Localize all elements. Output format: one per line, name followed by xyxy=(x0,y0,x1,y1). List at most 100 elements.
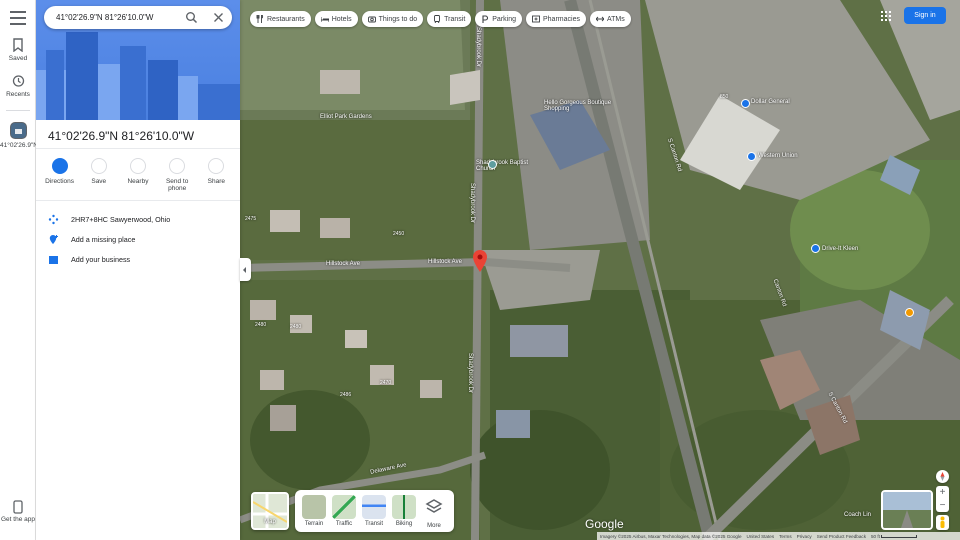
region-link[interactable]: United States xyxy=(747,534,775,539)
zoom-out-button[interactable]: − xyxy=(936,499,949,512)
chip-things-to-do[interactable]: Things to do xyxy=(361,11,424,27)
layer-biking[interactable]: Biking xyxy=(392,495,416,527)
history-icon xyxy=(12,75,25,87)
scale-label: 50 ft xyxy=(871,533,880,539)
chip-transit[interactable]: Transit xyxy=(427,11,472,27)
shopping-icon[interactable] xyxy=(741,99,750,108)
add-place-icon xyxy=(49,234,58,244)
poi-label-baptist-church[interactable]: Shadybrook Baptist Church xyxy=(476,160,536,172)
directions-button[interactable]: Directions xyxy=(42,158,78,199)
zoom-in-button[interactable]: + xyxy=(936,486,949,499)
poi-label-hello-gorgeous[interactable]: Hello Gorgeous Boutique Shopping xyxy=(544,100,624,112)
layer-more[interactable]: More xyxy=(422,495,446,529)
add-business-text: Add your business xyxy=(71,254,131,264)
layer-label: Transit xyxy=(364,521,384,527)
road-label-shadybrook-3: Shadybrook Dr xyxy=(467,352,474,394)
layer-toggle-map[interactable]: Map xyxy=(251,492,289,530)
save-button[interactable]: Save xyxy=(81,158,117,199)
apps-grid-icon[interactable] xyxy=(881,11,891,21)
chip-label: Things to do xyxy=(378,15,418,23)
nearby-label: Nearby xyxy=(127,178,149,185)
menu-button[interactable] xyxy=(10,11,26,25)
address-label: 850 xyxy=(720,94,729,100)
chip-atms[interactable]: ATMs xyxy=(589,11,631,27)
satellite-map[interactable]: S Canton Rd Canton Rd S Canton Rd Hillst… xyxy=(240,0,960,540)
street-view-preview[interactable] xyxy=(881,490,933,530)
save-label: Save xyxy=(91,178,107,185)
terms-link[interactable]: Terms xyxy=(779,534,792,539)
share-label: Share xyxy=(207,178,226,185)
feedback-link[interactable]: Send Product Feedback xyxy=(817,534,866,539)
google-logo: Google xyxy=(585,517,624,531)
address-label: 2480 xyxy=(290,324,302,330)
plus-code-text: 2HR7+8HC Sawyerwood, Ohio xyxy=(71,214,171,224)
restaurant-icon xyxy=(256,15,264,23)
pegman-button[interactable] xyxy=(936,515,949,530)
chip-parking[interactable]: Parking xyxy=(475,11,522,27)
layer-transit[interactable]: Transit xyxy=(362,495,386,527)
place-icon[interactable] xyxy=(905,308,914,317)
poi-label-elliot-park[interactable]: Elliot Park Gardens xyxy=(320,114,372,120)
chip-label: Hotels xyxy=(331,15,352,23)
road-label-hillstock-east: Hillstock Ave xyxy=(428,259,462,265)
saved-label: Saved xyxy=(8,55,28,62)
scale-toggle[interactable]: 50 ft xyxy=(871,533,918,539)
send-to-phone-button[interactable]: Send to phone xyxy=(159,158,195,199)
poi-label-drive-it-kleen[interactable]: Drive-It Kleen xyxy=(822,246,858,252)
search-icon[interactable] xyxy=(185,11,198,24)
privacy-link[interactable]: Privacy xyxy=(797,534,812,539)
add-missing-place-text: Add a missing place xyxy=(71,234,136,244)
scale-bar xyxy=(881,534,918,538)
place-panel: 41°02'26.9"N 81°26'10.0"W Directions Sav… xyxy=(36,0,240,540)
saved-button[interactable]: Saved xyxy=(0,38,36,62)
search-input[interactable] xyxy=(56,10,176,25)
recent-place-label: 41°02'26.9"N xyxy=(0,142,38,149)
bank-icon[interactable] xyxy=(747,152,756,161)
collapse-panel-button[interactable] xyxy=(240,258,251,281)
car-wash-icon[interactable] xyxy=(811,244,820,253)
poi-label-dollar-general[interactable]: Dollar General xyxy=(751,99,790,105)
map-imagery xyxy=(240,0,960,540)
place-thumbnail xyxy=(9,122,27,139)
compass-icon xyxy=(940,472,945,481)
directions-label: Directions xyxy=(45,178,75,185)
church-icon[interactable] xyxy=(488,160,497,169)
place-hero-illustration xyxy=(36,0,240,120)
poi-label-western-union[interactable]: Western Union xyxy=(758,153,798,159)
poi-label-coach[interactable]: Coach Lin xyxy=(844,512,871,518)
bookmark-icon xyxy=(13,38,23,52)
share-button[interactable]: Share xyxy=(198,158,234,199)
layer-traffic[interactable]: Traffic xyxy=(332,495,356,527)
place-title: 41°02'26.9"N 81°26'10.0"W xyxy=(48,129,195,143)
add-business-row[interactable]: Add your business xyxy=(36,249,240,269)
parking-icon xyxy=(482,15,489,23)
train-icon xyxy=(434,15,441,23)
nearby-button[interactable]: Nearby xyxy=(120,158,156,199)
chip-label: Parking xyxy=(492,15,516,23)
layer-terrain[interactable]: Terrain xyxy=(302,495,326,527)
chip-hotels[interactable]: Hotels xyxy=(314,11,358,27)
bookmark-icon xyxy=(90,158,107,174)
close-icon[interactable] xyxy=(212,11,225,24)
traffic-thumbnail xyxy=(332,495,356,519)
chip-pharmacies[interactable]: Pharmacies xyxy=(526,11,586,27)
send-to-phone-icon xyxy=(169,158,186,174)
pegman-icon xyxy=(940,516,945,528)
get-app-label: Get the app xyxy=(1,516,35,523)
location-pin-icon[interactable] xyxy=(473,250,487,272)
map-footer: Imagery ©2025 Airbus, Maxar Technologies… xyxy=(597,532,960,540)
chip-restaurants[interactable]: Restaurants xyxy=(250,11,311,27)
plus-code-row[interactable]: 2HR7+8HC Sawyerwood, Ohio xyxy=(36,209,240,229)
recent-place-item[interactable]: 41°02'26.9"N xyxy=(0,122,38,150)
share-icon xyxy=(208,158,225,174)
add-missing-place-row[interactable]: Add a missing place xyxy=(36,229,240,249)
transit-thumbnail xyxy=(362,495,386,519)
compass-button[interactable] xyxy=(936,470,949,483)
get-app-button[interactable]: Get the app xyxy=(0,500,36,523)
chip-label: Pharmacies xyxy=(543,15,580,23)
chip-label: Restaurants xyxy=(267,15,305,23)
recents-button[interactable]: Recents xyxy=(0,74,36,98)
sign-in-button[interactable]: Sign in xyxy=(904,7,946,24)
action-buttons: Directions Save Nearby Send to phone Sha… xyxy=(36,149,240,199)
pharmacy-icon xyxy=(532,15,540,23)
